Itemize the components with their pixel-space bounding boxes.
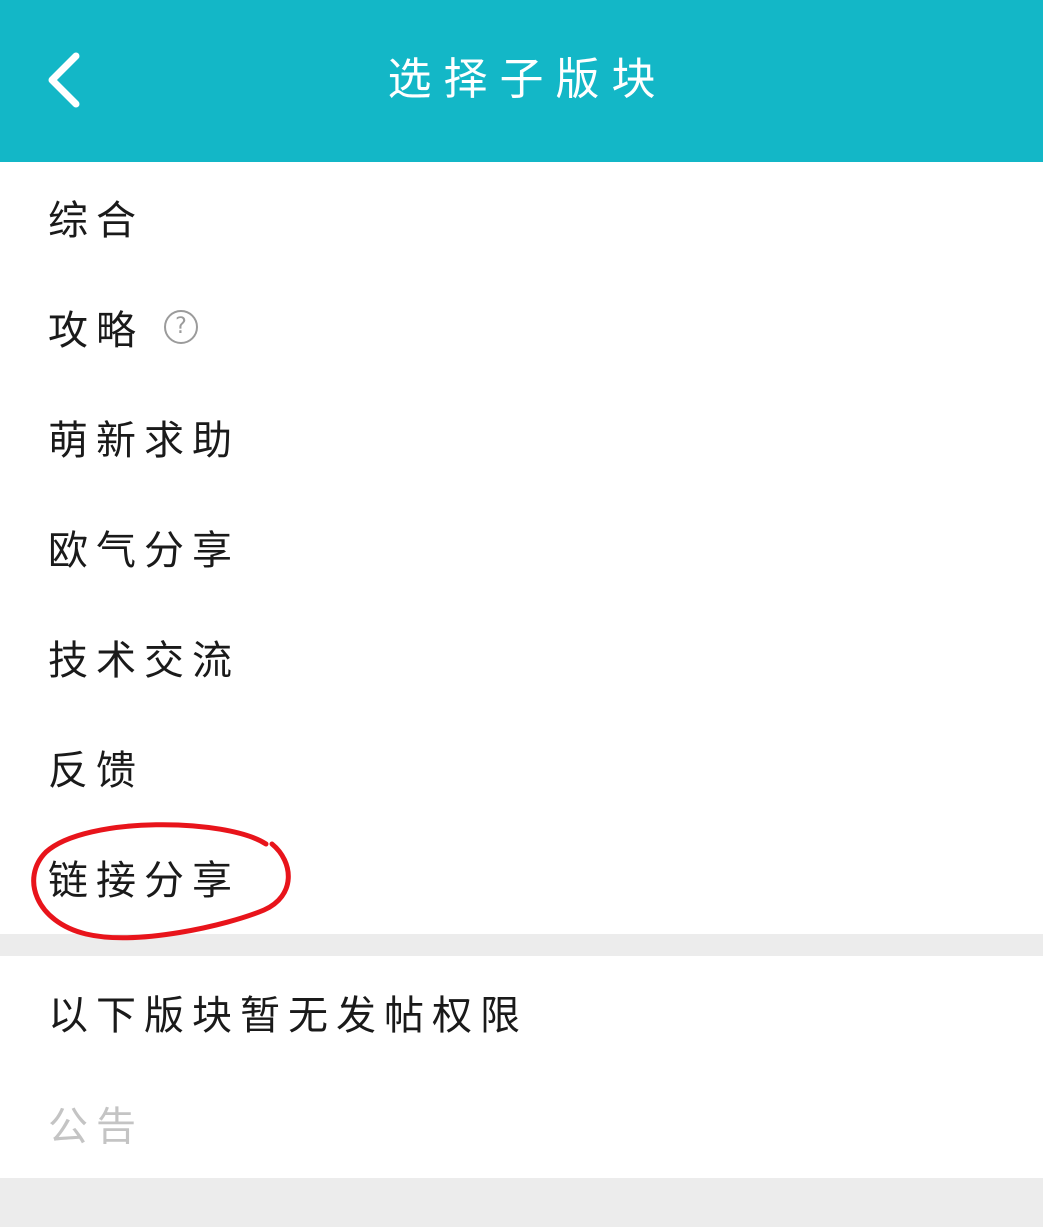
board-item-link-share[interactable]: 链接分享: [0, 822, 1043, 941]
header-bar: 选择子版块: [0, 0, 1043, 162]
restricted-section: 以下版块暂无发帖权限 公告: [0, 956, 1043, 1178]
board-item-label: 技术交流: [48, 638, 240, 684]
board-item-label: 攻略: [48, 308, 144, 354]
board-item-newbie-help[interactable]: 萌新求助: [0, 382, 1043, 492]
board-item-label: 萌新求助: [48, 418, 240, 464]
board-list: 综合 攻略 ? 萌新求助 欧气分享 技术交流 反馈 链接分享: [0, 162, 1043, 941]
question-circle-icon[interactable]: ?: [164, 310, 198, 344]
board-item-luck-share[interactable]: 欧气分享: [0, 492, 1043, 602]
board-item-label: 链接分享: [48, 858, 240, 904]
board-item-announcement: 公告: [48, 1104, 144, 1150]
bottom-spacer: [0, 1178, 1043, 1227]
page-title: 选择子版块: [387, 54, 668, 105]
board-item-label: 欧气分享: [48, 528, 240, 574]
board-item-label: 反馈: [48, 748, 144, 794]
section-divider: [0, 934, 1043, 956]
board-item-tech-exchange[interactable]: 技术交流: [0, 602, 1043, 712]
board-item-guides[interactable]: 攻略 ?: [0, 272, 1043, 382]
board-item-label: 综合: [48, 198, 144, 244]
board-item-feedback[interactable]: 反馈: [0, 712, 1043, 822]
board-item-general[interactable]: 综合: [0, 162, 1043, 272]
restricted-section-title: 以下版块暂无发帖权限: [48, 993, 528, 1039]
